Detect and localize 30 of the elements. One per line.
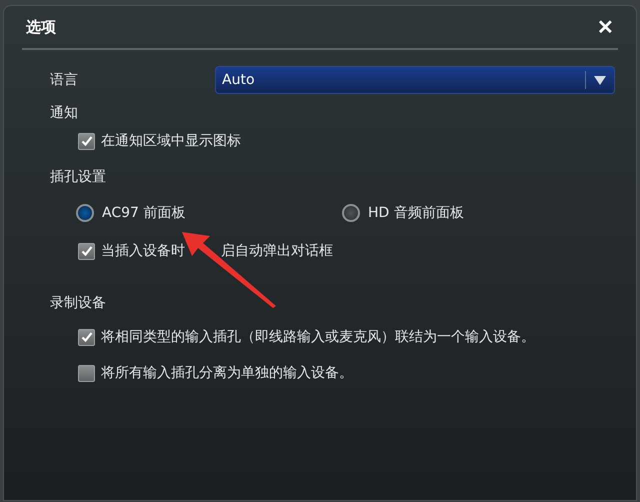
option-label: 将所有输入插孔分离为单独的输入设备。 (101, 364, 353, 382)
checkbox[interactable] (78, 328, 95, 346)
option-label: 启自动弹出对话框 (221, 242, 333, 260)
section-heading: 插孔设置 (50, 168, 107, 186)
checkbox-option[interactable]: 当插入设备时 启自动弹出对话框 (78, 242, 636, 260)
radio-button[interactable] (76, 204, 94, 222)
checkbox[interactable] (78, 132, 95, 150)
checkbox[interactable] (78, 242, 95, 260)
option-label: 当插入设备时 (101, 242, 185, 260)
radio-option[interactable]: HD 音频前面板 (342, 204, 608, 222)
check-icon (80, 135, 92, 147)
checkbox-option[interactable]: 将相同类型的输入插孔（即线路输入或麦克风）联结为一个输入设备。 (78, 328, 636, 346)
close-button[interactable]: ✕ (593, 14, 618, 40)
checkbox-option[interactable]: 在通知区域中显示图标 (78, 132, 636, 150)
section-heading: 录制设备 (50, 294, 107, 312)
radio-option[interactable]: AC97 前面板 (76, 204, 342, 222)
caret-icon (594, 76, 606, 84)
language-dropdown[interactable]: Auto (215, 66, 615, 94)
check-icon (80, 331, 92, 343)
language-label: 语言 (50, 71, 78, 89)
option-label: 在通知区域中显示图标 (101, 132, 241, 150)
window-title: 选项 (25, 18, 56, 36)
checkbox-option[interactable]: 将所有输入插孔分离为单独的输入设备。 (78, 364, 636, 382)
radio-button[interactable] (342, 204, 360, 222)
check-icon (80, 245, 92, 257)
option-label: HD 音频前面板 (368, 204, 464, 222)
section-heading: 通知 (50, 104, 79, 122)
option-label: AC97 前面板 (102, 204, 186, 222)
checkbox[interactable] (78, 364, 95, 382)
option-label: 将相同类型的输入插孔（即线路输入或麦克风）联结为一个输入设备。 (101, 328, 535, 346)
